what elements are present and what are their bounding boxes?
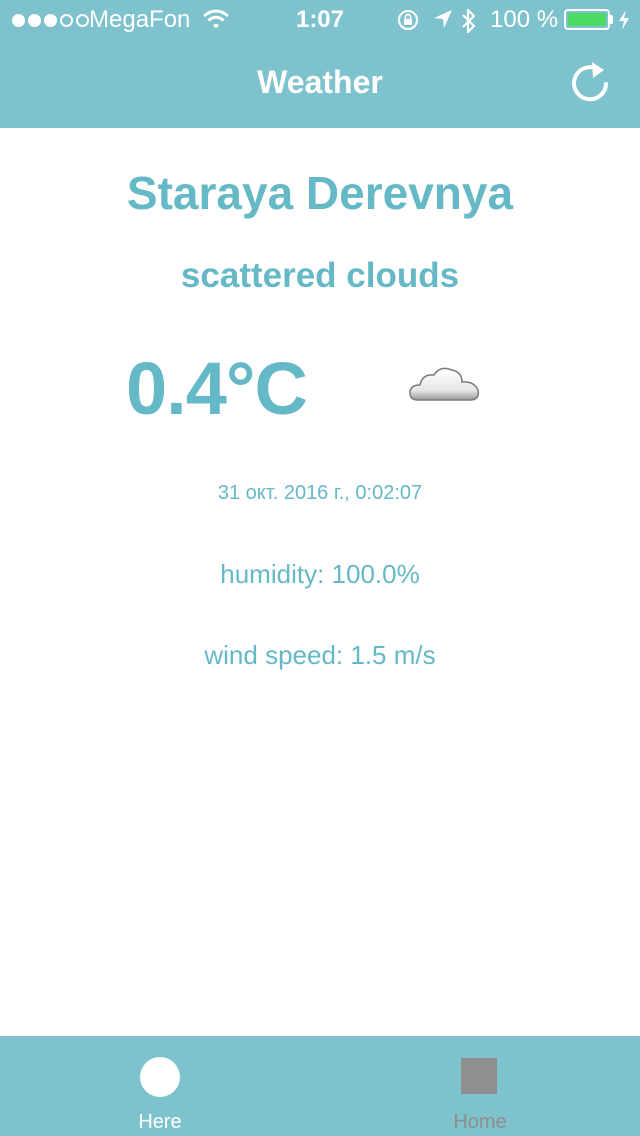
battery-percent: 100 % [490,6,559,33]
observation-datetime: 31 окт. 2016 г., 0:02:07 [217,482,423,504]
weather-content: Staraya Derevnya scattered clouds 0.4°C … [0,128,640,1036]
tab-bar: Here Home [0,1036,640,1136]
circle-icon [140,1057,180,1097]
charging-bolt-icon [619,10,629,30]
top-bar: MegaFon 1:07 100 % Weather [0,0,640,128]
rotation-lock-icon [398,10,418,30]
humidity-reading: humidity: 100.0% [220,559,420,589]
temperature: 0.4°C [126,347,308,430]
wind-speed-reading: wind speed: 1.5 m/s [204,640,436,670]
tab-here[interactable]: Here [0,1036,320,1136]
battery-icon [564,9,610,30]
refresh-button[interactable] [566,58,616,108]
status-bar: MegaFon 1:07 100 % [0,0,640,40]
battery-tip [610,15,613,24]
tab-label: Here [138,1111,182,1133]
battery-level [568,13,606,26]
tab-label: Home [453,1111,507,1133]
tab-home[interactable]: Home [320,1036,640,1136]
weather-description: scattered clouds [180,256,460,295]
nav-title: Weather [257,64,383,100]
square-icon [461,1058,497,1094]
cloud-icon [409,367,480,401]
bluetooth-icon [462,8,476,34]
city-name: Staraya Derevnya [126,167,514,219]
location-arrow-icon [434,10,452,28]
refresh-icon [572,62,608,102]
